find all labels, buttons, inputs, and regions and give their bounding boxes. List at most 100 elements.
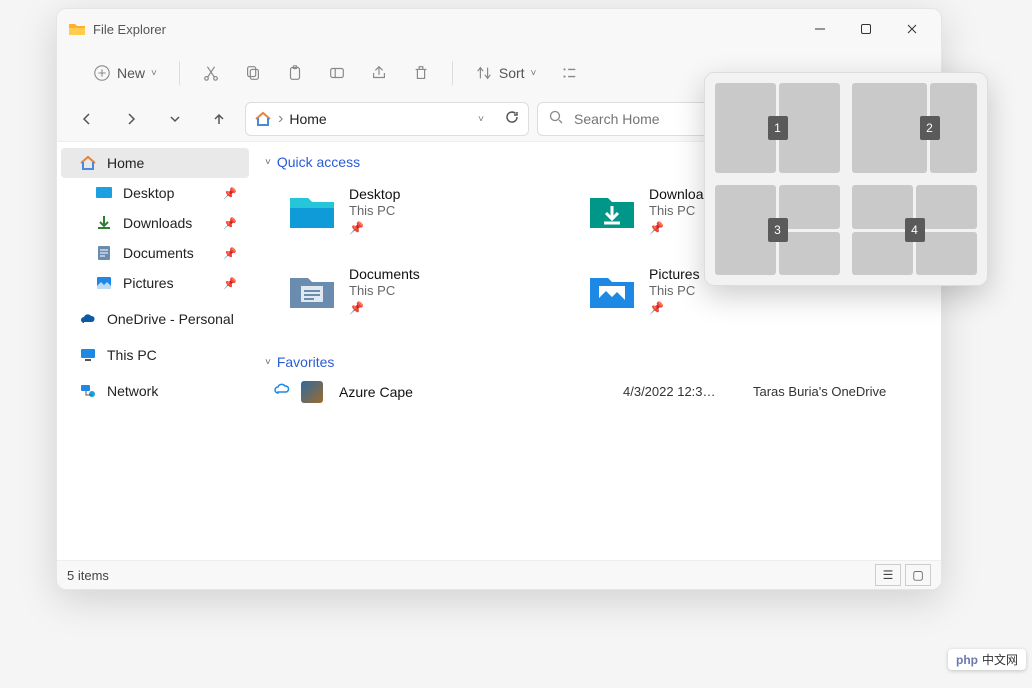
snap-layout-4[interactable]: 4 (852, 185, 977, 275)
sidebar-item-documents[interactable]: Documents 📌 (61, 238, 249, 268)
pictures-icon (95, 274, 113, 292)
folder-downloads-icon (587, 186, 637, 236)
pin-icon: 📌 (649, 301, 700, 315)
paste-icon (286, 64, 304, 82)
minimize-button[interactable] (797, 13, 843, 45)
tile-location: This PC (349, 203, 400, 218)
maximize-button[interactable] (843, 13, 889, 45)
paste-button[interactable] (276, 55, 314, 91)
network-icon (79, 382, 97, 400)
favorite-item[interactable]: Azure Cape 4/3/2022 12:3… Taras Buria's … (257, 374, 941, 409)
share-button[interactable] (360, 55, 398, 91)
layout-number: 3 (768, 218, 788, 242)
chevron-down-icon: ˅ (265, 157, 271, 168)
sidebar-item-label: Downloads (123, 215, 192, 231)
download-icon (95, 214, 113, 232)
sort-button[interactable]: Sort ˅ (465, 55, 547, 91)
sidebar-item-downloads[interactable]: Downloads 📌 (61, 208, 249, 238)
rename-button[interactable] (318, 55, 356, 91)
breadcrumb-separator: › (278, 110, 283, 128)
window-controls (797, 13, 935, 45)
snap-layout-2[interactable]: 2 (852, 83, 977, 173)
back-button[interactable] (69, 103, 105, 135)
pin-icon: 📌 (223, 277, 237, 290)
view-icon (560, 64, 578, 82)
search-icon (548, 109, 564, 130)
sort-icon (475, 64, 493, 82)
separator (452, 61, 453, 85)
section-favorites[interactable]: ˅ Favorites (257, 350, 941, 374)
chevron-down-icon: ˅ (265, 357, 271, 368)
refresh-button[interactable] (504, 109, 520, 130)
sidebar-item-label: Desktop (123, 185, 174, 201)
sidebar-item-label: Pictures (123, 275, 174, 291)
desktop-icon (95, 184, 113, 202)
forward-button[interactable] (113, 103, 149, 135)
snap-layout-3[interactable]: 3 (715, 185, 840, 275)
favorite-location: Taras Buria's OneDrive (753, 384, 933, 399)
layout-number: 4 (905, 218, 925, 242)
sidebar-item-network[interactable]: Network (61, 376, 249, 406)
tile-location: This PC (349, 283, 420, 298)
close-button[interactable] (889, 13, 935, 45)
pin-icon: 📌 (349, 221, 400, 235)
section-label: Favorites (277, 354, 335, 370)
breadcrumb-home[interactable]: Home (289, 111, 326, 127)
cut-button[interactable] (192, 55, 230, 91)
tile-name: Desktop (349, 186, 400, 202)
pin-icon: 📌 (223, 247, 237, 260)
favorite-date: 4/3/2022 12:3… (623, 384, 743, 399)
pin-icon: 📌 (223, 187, 237, 200)
details-view-button[interactable]: ☰ (875, 564, 901, 586)
folder-documents-icon (287, 266, 337, 316)
tiles-view-button[interactable]: ▢ (905, 564, 931, 586)
favorite-name: Azure Cape (333, 384, 613, 400)
cloud-sync-icon (273, 380, 291, 403)
tile-name: Pictures (649, 266, 700, 282)
chevron-down-icon: ˅ (531, 68, 537, 79)
tile-location: This PC (649, 283, 700, 298)
sidebar-item-desktop[interactable]: Desktop 📌 (61, 178, 249, 208)
new-button[interactable]: New ˅ (83, 55, 167, 91)
tile-name: Documents (349, 266, 420, 282)
sidebar-item-home[interactable]: Home (61, 148, 249, 178)
pc-icon (79, 346, 97, 364)
cloud-icon (79, 310, 97, 328)
copy-button[interactable] (234, 55, 272, 91)
status-bar: 5 items ☰ ▢ (57, 561, 941, 589)
trash-icon (412, 64, 430, 82)
window-title: File Explorer (93, 22, 797, 37)
tile-documents[interactable]: Documents This PC 📌 (283, 262, 563, 334)
sidebar-item-label: OneDrive - Personal (107, 311, 234, 327)
snap-layouts-popup: 1 2 3 4 (704, 72, 988, 286)
pin-icon: 📌 (349, 301, 420, 315)
app-icon (69, 21, 85, 37)
chevron-down-icon: ˅ (151, 68, 157, 79)
new-label: New (117, 65, 145, 81)
plus-circle-icon (93, 64, 111, 82)
document-icon (95, 244, 113, 262)
view-button[interactable] (550, 55, 588, 91)
home-icon (254, 110, 272, 128)
sidebar-item-onedrive[interactable]: OneDrive - Personal (61, 304, 249, 334)
share-icon (370, 64, 388, 82)
layout-number: 2 (920, 116, 940, 140)
sidebar-item-label: Documents (123, 245, 194, 261)
watermark-brand: php (956, 653, 978, 667)
item-count: 5 items (67, 568, 109, 583)
sidebar: Home Desktop 📌 Downloads 📌 Documents 📌 P… (57, 142, 253, 560)
tile-desktop[interactable]: Desktop This PC 📌 (283, 182, 563, 254)
sidebar-item-label: Network (107, 383, 158, 399)
snap-layout-1[interactable]: 1 (715, 83, 840, 173)
chevron-down-icon[interactable]: ˅ (478, 114, 484, 125)
up-button[interactable] (201, 103, 237, 135)
delete-button[interactable] (402, 55, 440, 91)
recent-button[interactable] (157, 103, 193, 135)
copy-icon (244, 64, 262, 82)
sidebar-item-pictures[interactable]: Pictures 📌 (61, 268, 249, 298)
folder-desktop-icon (287, 186, 337, 236)
sidebar-item-label: This PC (107, 347, 157, 363)
sidebar-item-thispc[interactable]: This PC (61, 340, 249, 370)
section-label: Quick access (277, 154, 360, 170)
address-bar[interactable]: › Home ˅ (245, 102, 529, 136)
